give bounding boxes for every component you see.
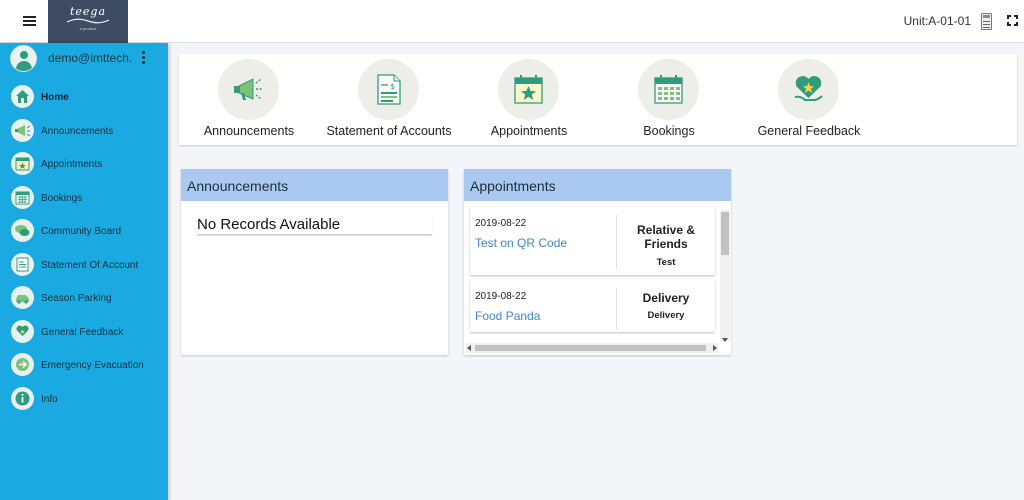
user-row: demo@imttech... (0, 43, 168, 73)
appointment-subtype: Test (656, 257, 676, 268)
sidebar-item-label: Bookings (41, 192, 83, 204)
appointments-list[interactable]: 2019-08-22 Test on QR Code Relative & Fr… (464, 201, 731, 343)
quick-general-feedback[interactable]: General Feedback (739, 59, 879, 139)
vertical-scrollbar[interactable] (720, 210, 730, 342)
sidebar-nav: Home Announcements Appointments Bookings… (0, 82, 168, 417)
fullscreen-icon[interactable] (1007, 15, 1018, 26)
logo-subtext: a product (79, 26, 97, 31)
quick-label: General Feedback (757, 124, 861, 138)
quick-access-card: Announcements $ Statement of Accounts Ap… (179, 54, 1017, 145)
list-item[interactable]: 2019-08-22 Test on QR Code Relative & Fr… (470, 207, 715, 275)
quick-announcements[interactable]: Announcements (179, 59, 319, 139)
appointment-type: Relative & Friends (636, 223, 696, 251)
top-bar: teega a product Unit:A-01-01 (0, 0, 1024, 43)
sidebar-item-label: Community Board (41, 226, 122, 237)
sidebar-item-bookings[interactable]: Bookings (0, 183, 168, 217)
info-icon (11, 386, 34, 410)
calendar-star-icon (498, 59, 559, 120)
announcements-panel: Announcements No Records Available (181, 169, 448, 355)
megaphone-icon (11, 118, 34, 142)
avatar[interactable] (10, 45, 37, 72)
sidebar-item-appointments[interactable]: Appointments (0, 149, 168, 183)
unit-label: Unit:A-01-01 (903, 14, 971, 28)
sidebar-item-label: Appointments (41, 159, 103, 170)
calculator-icon[interactable] (981, 13, 992, 30)
sidebar-item-label: Statement Of Account (41, 259, 139, 271)
quick-label: Announcements (203, 124, 295, 138)
sidebar-item-label: Emergency Evacuation (41, 360, 144, 371)
sidebar-item-community-board[interactable]: Community Board (0, 216, 168, 250)
appointment-subtype: Delivery (647, 310, 685, 321)
calendar-grid-icon (11, 185, 34, 209)
heart-hand-icon (11, 319, 34, 343)
sidebar-item-label: Home (41, 92, 69, 103)
panel-title: Appointments (464, 169, 731, 201)
appointment-type: Delivery (642, 291, 690, 305)
sidebar-item-season-parking[interactable]: Season Parking (0, 283, 168, 317)
quick-statement-of-accounts[interactable]: $ Statement of Accounts (319, 59, 459, 139)
megaphone-icon (218, 59, 279, 120)
appointment-date: 2019-08-22 (475, 291, 527, 302)
quick-bookings[interactable]: Bookings (599, 59, 739, 139)
user-email: demo@imttech... (48, 51, 132, 65)
sidebar-item-general-feedback[interactable]: General Feedback (0, 317, 168, 351)
sidebar-item-announcements[interactable]: Announcements (0, 116, 168, 150)
evacuation-icon (11, 353, 34, 376)
list-item[interactable]: 2019-08-22 Food Panda Delivery Delivery (470, 280, 715, 332)
menu-icon[interactable] (15, 12, 43, 32)
car-icon (11, 286, 34, 309)
sidebar-item-info[interactable]: Info (0, 384, 168, 418)
quick-label: Bookings (643, 124, 695, 138)
appointment-title-link[interactable]: Food Panda (475, 309, 540, 323)
divider (616, 288, 617, 330)
sidebar-item-emergency-evacuation[interactable]: Emergency Evacuation (0, 350, 168, 384)
chat-bubbles-icon (11, 219, 34, 242)
quick-appointments[interactable]: Appointments (459, 59, 599, 139)
sidebar-item-label: Info (41, 393, 58, 405)
logo-wave-icon (66, 18, 110, 24)
quick-label: Appointments (490, 124, 568, 138)
sidebar: demo@imttech... Home Announcements Appoi… (0, 43, 168, 500)
more-options-icon[interactable] (142, 51, 146, 65)
sidebar-item-label: Season Parking (41, 293, 112, 304)
appointment-title-link[interactable]: Test on QR Code (475, 236, 567, 250)
sidebar-item-label: Announcements (41, 125, 114, 137)
home-icon (11, 85, 34, 108)
appointment-date: 2019-08-22 (475, 218, 527, 229)
document-dollar-icon (11, 252, 34, 276)
calendar-grid-icon (638, 59, 699, 120)
panel-title: Announcements (181, 169, 448, 201)
sidebar-item-statement-of-account[interactable]: Statement Of Account (0, 250, 168, 284)
sidebar-item-home[interactable]: Home (0, 82, 168, 116)
empty-state-text: No Records Available (197, 216, 432, 235)
app-logo[interactable]: teega a product (48, 0, 128, 43)
appointments-panel: Appointments 2019-08-22 Test on QR Code … (464, 169, 731, 355)
quick-label: Statement of Accounts (326, 124, 452, 138)
horizontal-scrollbar[interactable] (466, 343, 718, 353)
heart-hand-icon (778, 59, 839, 120)
document-dollar-icon: $ (358, 59, 419, 120)
svg-text:$: $ (390, 82, 395, 91)
sidebar-item-label: General Feedback (41, 326, 124, 338)
calendar-star-icon (11, 152, 34, 175)
divider (616, 215, 617, 269)
